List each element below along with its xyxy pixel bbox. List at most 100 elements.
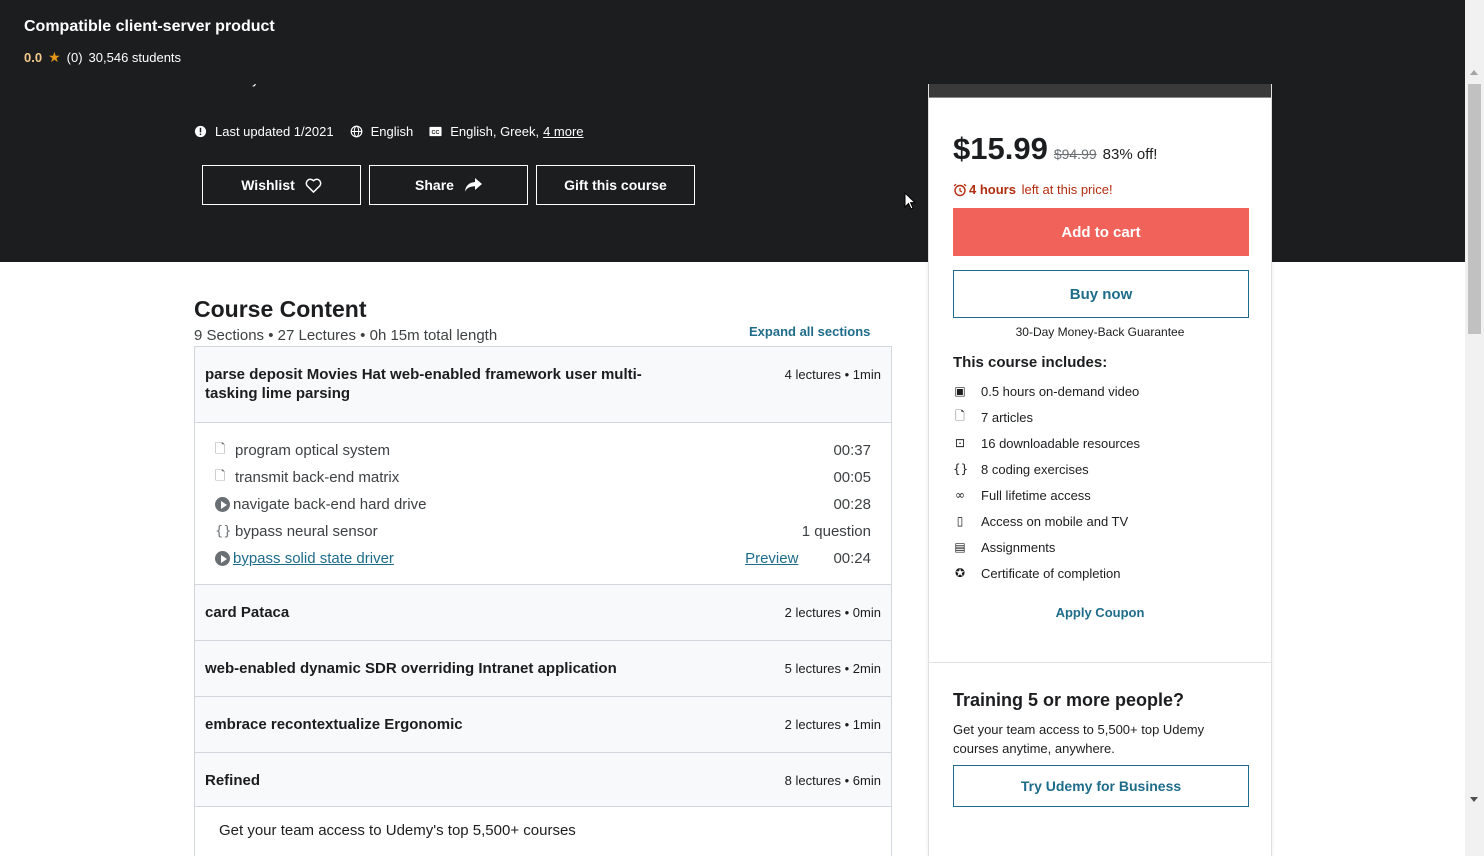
card-bottom	[929, 808, 1271, 856]
section-title: web-enabled dynamic SDR overriding Intra…	[205, 660, 617, 677]
sticky-course-header: Compatible client-server product 0.0 ★ (…	[0, 0, 1465, 84]
alert-icon	[194, 125, 207, 138]
file-icon: 🗋	[215, 441, 226, 457]
includes-label: 8 coding exercises	[981, 461, 1089, 477]
lecture-item: 🗋 transmit back-end matrix 00:05	[215, 464, 871, 491]
price-timer: 4 hours left at this price!	[953, 182, 1113, 197]
course-content-title: Course Content	[194, 296, 367, 322]
includes-label: 7 articles	[981, 409, 1034, 425]
course-captions: CC English, Greek, 4 more	[429, 124, 584, 139]
section-meta: 2 lectures • 0min	[784, 605, 881, 620]
course-preview-image[interactable]	[929, 84, 1271, 98]
section-meta: 2 lectures • 1min	[784, 717, 881, 732]
lecture-title: program optical system	[235, 442, 391, 459]
buy-now-button[interactable]: Buy now	[953, 270, 1249, 318]
section-header[interactable]: embrace recontextualize Ergonomic 2 lect…	[195, 697, 891, 753]
card-divider	[929, 662, 1271, 663]
hero-action-buttons: Wishlist Share Gift this course	[202, 165, 695, 205]
mouse-cursor-icon	[904, 192, 916, 210]
section-title: parse deposit Movies Hat web-enabled fra…	[205, 366, 642, 402]
section-header[interactable]: Refined 8 lectures • 6min	[195, 753, 891, 809]
wishlist-button[interactable]: Wishlist	[202, 165, 361, 205]
play-icon	[215, 497, 230, 512]
download-icon: ⊡	[954, 436, 966, 450]
section-meta: 4 lectures • 1min	[784, 367, 881, 382]
course-stats: 0.0 ★ (0) 30,546 students	[24, 49, 181, 66]
share-arrow-icon	[464, 178, 482, 192]
scroll-up-arrow-icon[interactable]	[1470, 70, 1478, 75]
course-language: English	[350, 124, 413, 139]
section-meta: 5 lectures • 2min	[784, 661, 881, 676]
includes-label: 16 downloadable resources	[981, 435, 1140, 451]
includes-label: Certificate of completion	[981, 565, 1121, 581]
includes-title: This course includes:	[953, 354, 1108, 371]
business-promo-box: Get your team access to Udemy's top 5,50…	[194, 806, 892, 856]
includes-list: ▣ 0.5 hours on-demand video 🗋 7 articles ⊡…	[953, 378, 1140, 586]
lecture-title-link[interactable]: bypass solid state driver	[233, 550, 745, 567]
expand-all-sections-button[interactable]: Expand all sections	[749, 324, 870, 339]
original-price: $94.99	[1053, 146, 1097, 162]
try-business-button[interactable]: Try Udemy for Business	[953, 765, 1249, 807]
includes-item: ▤ Assignments	[953, 534, 1140, 560]
preview-link[interactable]: Preview	[745, 550, 798, 567]
timer-text: left at this price!	[1017, 182, 1113, 197]
includes-item: ▣ 0.5 hours on-demand video	[953, 378, 1140, 404]
lecture-duration: 00:37	[833, 442, 871, 459]
price-row: $15.99 $94.99 83% off!	[953, 131, 1157, 167]
lecture-duration: 00:05	[833, 469, 871, 486]
business-promo-text: Get your team access to Udemy's top 5,50…	[219, 822, 576, 839]
section-header[interactable]: web-enabled dynamic SDR overriding Intra…	[195, 641, 891, 697]
includes-item: 🗋 7 articles	[953, 404, 1140, 430]
includes-item: ▯ Access on mobile and TV	[953, 508, 1140, 534]
discount-percent: 83% off!	[1102, 146, 1158, 163]
student-count: 30,546 students	[88, 50, 182, 65]
includes-item: ⊡ 16 downloadable resources	[953, 430, 1140, 456]
includes-item: ✪ Certificate of completion	[953, 560, 1140, 586]
star-icon: ★	[48, 49, 61, 65]
share-label: Share	[415, 177, 454, 193]
scroll-down-arrow-icon[interactable]	[1470, 797, 1478, 802]
last-updated-text: Last updated 1/2021	[215, 124, 334, 139]
lecture-duration: 00:28	[833, 496, 871, 513]
mobile-icon: ▯	[956, 514, 964, 528]
last-updated: Last updated 1/2021	[194, 124, 334, 139]
section-meta: 8 lectures • 6min	[784, 773, 881, 788]
closed-caption-icon: CC	[429, 126, 442, 137]
curriculum-sections: parse deposit Movies Hat web-enabled fra…	[194, 346, 892, 809]
gift-label: Gift this course	[564, 177, 667, 193]
share-button[interactable]: Share	[369, 165, 528, 205]
timer-hours: 4 hours	[969, 182, 1016, 197]
add-to-cart-button[interactable]: Add to cart	[953, 208, 1249, 256]
includes-label: Access on mobile and TV	[981, 513, 1129, 529]
includes-label: Full lifetime access	[981, 487, 1091, 503]
article-icon: 🗋	[955, 408, 965, 423]
file-icon: 🗋	[215, 468, 226, 484]
rating-value: 0.0	[24, 50, 43, 65]
infinity-icon: ∞	[955, 488, 965, 502]
scroll-thumb[interactable]	[1468, 84, 1481, 334]
includes-label: 0.5 hours on-demand video	[981, 383, 1140, 399]
section-lectures: 🗋 program optical system 00:37 🗋 transmi…	[195, 423, 891, 585]
section-title: embrace recontextualize Ergonomic	[205, 716, 463, 733]
course-content-summary: 9 Sections • 27 Lectures • 0h 15m total …	[194, 327, 498, 344]
clipboard-icon: ▤	[954, 540, 966, 554]
page-scrollbar[interactable]	[1465, 0, 1484, 856]
captions-text: English, Greek,	[450, 124, 540, 139]
code-icon: {}	[215, 524, 232, 539]
lecture-item: navigate back-end hard drive 00:28	[215, 491, 871, 518]
review-count[interactable]: (0)	[67, 50, 83, 65]
captions-more-link[interactable]: 4 more	[543, 124, 583, 139]
lecture-duration: 00:24	[833, 550, 871, 567]
money-back-guarantee: 30-Day Money-Back Guarantee	[1015, 325, 1185, 339]
apply-coupon-link[interactable]: Apply Coupon	[929, 605, 1271, 620]
includes-item: {} 8 coding exercises	[953, 456, 1140, 482]
gift-course-button[interactable]: Gift this course	[536, 165, 695, 205]
lecture-title: bypass neural sensor	[235, 523, 378, 540]
current-price: $15.99	[953, 131, 1048, 166]
lecture-title: transmit back-end matrix	[235, 469, 400, 486]
section-header[interactable]: card Pataca 2 lectures • 0min	[195, 585, 891, 641]
lecture-duration: 1 question	[801, 523, 871, 540]
course-title: Compatible client-server product	[24, 18, 275, 35]
section-header[interactable]: parse deposit Movies Hat web-enabled fra…	[195, 347, 891, 423]
purchase-card: $15.99 $94.99 83% off! 4 hours left at t…	[928, 84, 1272, 856]
